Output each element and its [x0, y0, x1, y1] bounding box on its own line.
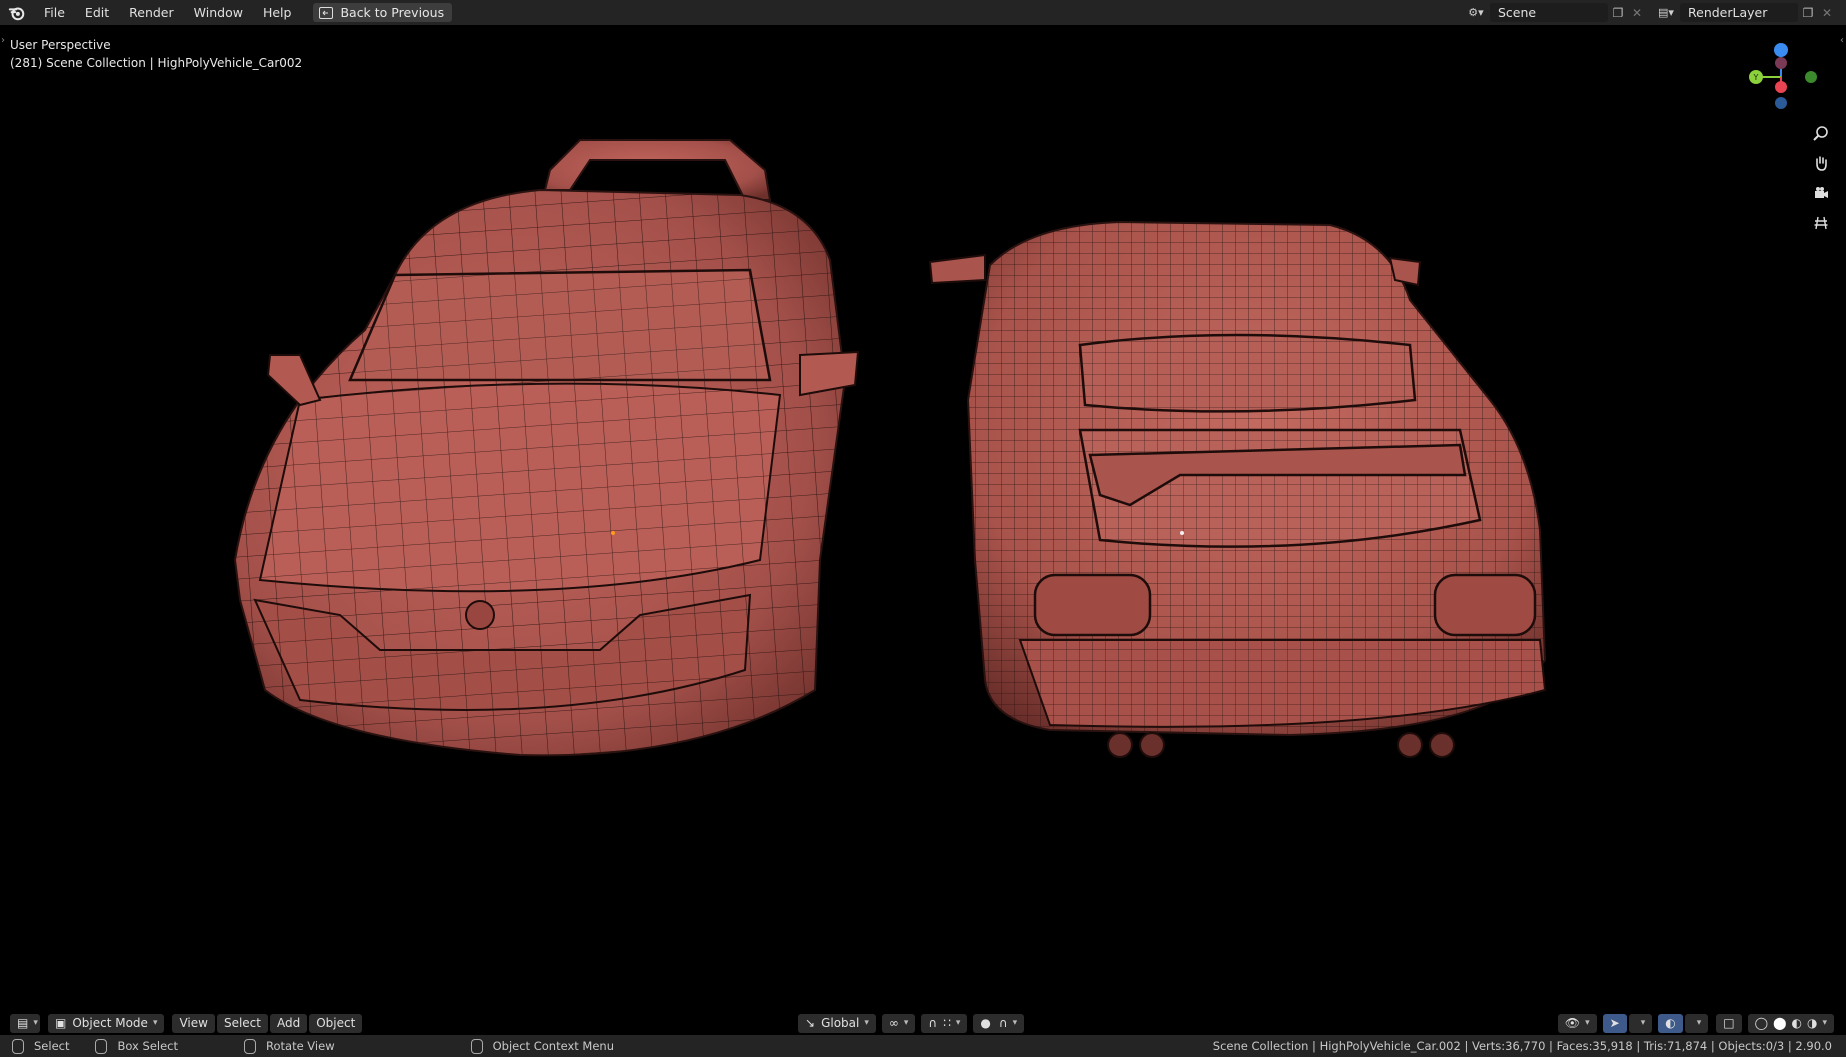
orthographic-grid-icon[interactable]	[1808, 210, 1834, 236]
new-render-layer-icon[interactable]: ❐	[1798, 3, 1818, 22]
back-to-previous-label: Back to Previous	[340, 5, 445, 20]
pivot-point-dropdown[interactable]: ∞ ▾	[881, 1013, 916, 1033]
middle-mouse-icon	[244, 1038, 256, 1054]
render-layer-icon: ▤▾	[1658, 6, 1674, 19]
object-mode-icon: ▣	[55, 1016, 67, 1030]
snap-grid-icon: ∷	[943, 1016, 951, 1030]
gizmo-x-icon	[1775, 81, 1787, 93]
header-menu-object[interactable]: Object	[309, 1013, 363, 1033]
menu-help[interactable]: Help	[253, 0, 302, 25]
scene-browse-button[interactable]: ⚙▾	[1462, 3, 1490, 22]
material-shading-icon[interactable]: ◐	[1792, 1016, 1802, 1030]
perspective-label: User Perspective	[10, 38, 111, 52]
orientation-dropdown[interactable]: ↘ Global ▾	[798, 1013, 876, 1033]
3d-viewport[interactable]: User Perspective (281) Scene Collection …	[0, 25, 1846, 1015]
status-box-select: Box Select	[95, 1038, 178, 1054]
screen-back-icon	[319, 6, 334, 19]
delete-render-layer-icon[interactable]: ✕	[1818, 6, 1836, 20]
editor-type-button[interactable]: ▤ ▾	[10, 1013, 40, 1033]
wireframe-shading-icon[interactable]: ◯	[1755, 1016, 1768, 1030]
scene-name-field[interactable]: Scene	[1490, 3, 1608, 22]
navigation-gizmo[interactable]: Y	[1746, 35, 1826, 125]
gizmo-neg-z-icon	[1775, 97, 1787, 109]
editor-type-icon: ▤	[17, 1016, 29, 1030]
scene-icon: ⚙▾	[1468, 6, 1484, 19]
scene-render	[233, 139, 1547, 758]
scene-selector: ⚙▾ Scene ❐ ✕	[1462, 3, 1646, 22]
proportional-edit-icon: ●	[980, 1016, 991, 1030]
pivot-icon: ∞	[888, 1016, 899, 1030]
orientation-label: Global	[821, 1016, 860, 1030]
gizmo-y-label: Y	[1753, 73, 1759, 82]
shading-chevron-icon: ▾	[1822, 1018, 1827, 1028]
scene-statistics: Scene Collection | HighPolyVehicle_Car.0…	[1212, 1039, 1832, 1053]
overlays-icon: ◐	[1665, 1016, 1676, 1030]
gizmo-z-icon	[1774, 43, 1788, 57]
orientation-icon: ↘	[805, 1016, 816, 1030]
camera-view-icon[interactable]	[1808, 180, 1834, 206]
overlays-chevron-icon: ▾	[1696, 1018, 1702, 1028]
car-front-mesh[interactable]	[233, 139, 860, 757]
gizmo-chevron-icon: ▾	[1640, 1018, 1646, 1028]
xray-icon: □	[1723, 1016, 1735, 1030]
viewport-header: ▤ ▾ ▣ Object Mode ▾ View Select Add Object…	[0, 1011, 1846, 1035]
shading-mode-group: ◯ ⬤ ◐ ◑ ▾	[1747, 1013, 1834, 1033]
pan-hand-icon[interactable]	[1808, 150, 1834, 176]
status-bar: Select Box Select Rotate View Object Con…	[0, 1035, 1846, 1057]
overlays-toggle[interactable]: ◐	[1658, 1013, 1683, 1033]
menu-render[interactable]: Render	[119, 0, 184, 25]
proportional-edit-toggle[interactable]: ● ∩ ▾	[973, 1013, 1025, 1033]
box-select-mouse-icon	[95, 1038, 108, 1054]
menu-file[interactable]: File	[34, 0, 75, 25]
delete-scene-icon[interactable]: ✕	[1628, 6, 1646, 20]
left-edge-arrow-icon[interactable]: ›	[1, 35, 5, 46]
new-scene-icon[interactable]: ❐	[1608, 3, 1628, 22]
eye-icon: 👁	[1564, 1016, 1581, 1030]
status-rotate: Rotate View	[244, 1038, 335, 1054]
right-mouse-icon	[470, 1038, 483, 1054]
snap-magnet-icon: ∩	[928, 1016, 938, 1030]
top-right-controls: ⚙▾ Scene ❐ ✕ ▤▾ RenderLayer ❐ ✕	[1462, 3, 1836, 22]
zoom-icon[interactable]	[1808, 120, 1834, 146]
right-edge-arrow-icon[interactable]: ‹	[1840, 35, 1844, 46]
status-select-label: Select	[34, 1039, 70, 1053]
render-layer-browse-button[interactable]: ▤▾	[1652, 3, 1680, 22]
viewport-info: User Perspective (281) Scene Collection …	[10, 36, 302, 72]
shading-controls: 👁 ▾ ➤ ▾ ◐ ▾ □ ◯ ⬤ ◐ ◑ ▾	[1557, 1013, 1836, 1033]
blender-logo-icon[interactable]	[8, 4, 26, 22]
status-context-menu: Object Context Menu	[470, 1038, 614, 1054]
falloff-icon: ∩	[998, 1016, 1008, 1030]
gizmo-neg-y-icon	[1805, 71, 1817, 83]
header-menu-view[interactable]: View	[172, 1013, 215, 1033]
mode-dropdown[interactable]: ▣ Object Mode ▾	[48, 1013, 165, 1033]
status-context-menu-label: Object Context Menu	[492, 1039, 614, 1053]
snap-toggle[interactable]: ∩ ∷ ▾	[921, 1013, 968, 1033]
status-box-select-label: Box Select	[117, 1039, 178, 1053]
menu-edit[interactable]: Edit	[75, 0, 119, 25]
mode-label: Object Mode	[72, 1016, 148, 1030]
header-menu-select[interactable]: Select	[216, 1013, 268, 1033]
xray-toggle[interactable]: □	[1716, 1013, 1742, 1033]
gizmo-toggle-icon: ➤	[1609, 1016, 1620, 1030]
status-rotate-label: Rotate View	[266, 1039, 335, 1053]
collection-info-label: (281) Scene Collection | HighPolyVehicle…	[10, 56, 303, 70]
gizmo-toggle[interactable]: ➤	[1602, 1013, 1627, 1033]
render-layer-name-field[interactable]: RenderLayer	[1680, 3, 1798, 22]
transform-controls: ↘ Global ▾ ∞ ▾ ∩ ∷ ▾ ● ∩ ▾	[798, 1013, 1026, 1033]
top-bar: File Edit Render Window Help Back to Pre…	[0, 0, 1846, 25]
status-select: Select	[12, 1038, 70, 1054]
overlays-dropdown[interactable]: ▾	[1684, 1013, 1709, 1033]
gizmo-dropdown[interactable]: ▾	[1628, 1013, 1653, 1033]
render-layer-selector: ▤▾ RenderLayer ❐ ✕	[1652, 3, 1836, 22]
header-menu-add[interactable]: Add	[269, 1013, 308, 1033]
solid-shading-icon[interactable]: ⬤	[1773, 1016, 1786, 1030]
menu-window[interactable]: Window	[184, 0, 253, 25]
visibility-dropdown[interactable]: 👁 ▾	[1557, 1013, 1597, 1033]
rendered-shading-icon[interactable]: ◑	[1807, 1016, 1817, 1030]
back-to-previous-button[interactable]: Back to Previous	[313, 3, 453, 22]
left-mouse-icon	[12, 1038, 24, 1054]
car-rear-mesh[interactable]	[928, 220, 1547, 758]
